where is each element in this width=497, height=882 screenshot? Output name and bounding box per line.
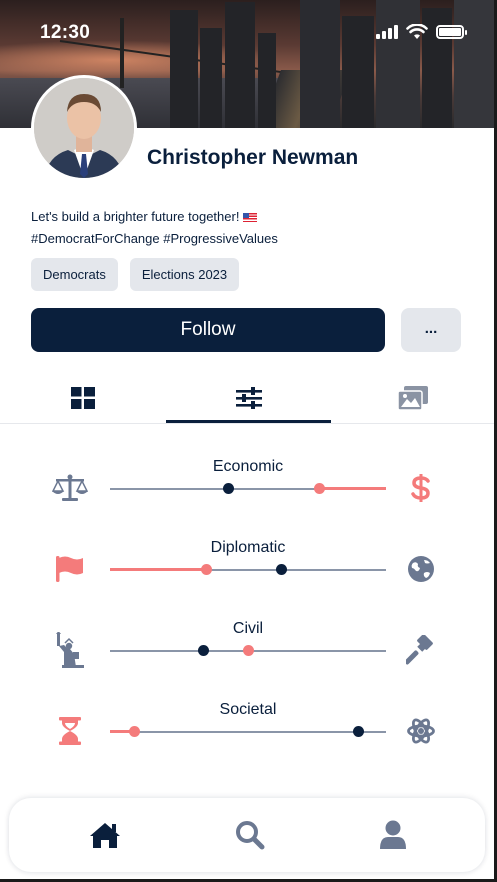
grid-icon: [71, 387, 95, 409]
ideology-track: [110, 731, 386, 733]
profile-bio: Let's build a brighter future together! …: [31, 206, 278, 250]
ideology-navy-marker[interactable]: [275, 564, 287, 575]
nav-profile[interactable]: [375, 818, 411, 852]
bio-line-1: Let's build a brighter future together!: [31, 209, 240, 224]
hourglass-icon: [52, 715, 88, 747]
signal-icon: [376, 25, 398, 39]
gavel-icon: [403, 634, 439, 666]
status-time: 12:30: [40, 22, 91, 43]
ideology-red-marker[interactable]: [129, 726, 141, 737]
ideology-label: Civil: [232, 620, 264, 637]
search-icon: [236, 821, 265, 850]
nav-home[interactable]: [87, 818, 123, 852]
nav-search[interactable]: [232, 818, 268, 852]
flag-icon: [52, 553, 88, 585]
user-icon: [380, 820, 406, 849]
ideology-label: Diplomatic: [210, 539, 286, 556]
more-options-button[interactable]: ...: [401, 308, 461, 352]
bio-hashtags: #DemocratForChange #ProgressiveValues: [31, 231, 278, 246]
bottom-navigation: [9, 798, 485, 872]
tag-list: Democrats Elections 2023: [31, 258, 240, 291]
wifi-icon: [406, 24, 428, 39]
status-icons: [376, 24, 467, 40]
ideology-red-segment: [110, 568, 207, 571]
us-flag-icon: [243, 213, 258, 223]
tab-grid[interactable]: [0, 374, 166, 422]
tag-chip[interactable]: Elections 2023: [129, 258, 240, 291]
avatar[interactable]: [31, 75, 137, 181]
ideology-row-economic: Economic: [0, 458, 494, 518]
ideology-row-diplomatic: Diplomatic: [0, 539, 494, 599]
ideology-row-societal: Societal: [0, 701, 494, 761]
ideology-red-marker[interactable]: [314, 483, 326, 494]
home-icon: [90, 823, 120, 848]
battery-icon: [436, 25, 467, 39]
follow-button[interactable]: Follow: [31, 308, 385, 352]
ideology-navy-marker[interactable]: [198, 645, 210, 656]
liberty-statue-icon: [52, 632, 88, 668]
active-tab-indicator: [166, 420, 331, 423]
tab-ideology[interactable]: [166, 374, 331, 422]
ideology-red-marker[interactable]: [242, 645, 254, 656]
dollar-icon: [403, 472, 439, 504]
tab-photos[interactable]: [331, 374, 494, 422]
ideology-red-segment: [319, 487, 386, 490]
atom-icon: [403, 715, 439, 747]
ideology-navy-marker[interactable]: [223, 483, 235, 494]
globe-icon: [403, 553, 439, 585]
ideology-row-civil: Civil: [0, 620, 494, 680]
ideology-label: Economic: [212, 458, 284, 475]
scales-icon: [52, 472, 88, 504]
ideology-navy-marker[interactable]: [352, 726, 364, 737]
sliders-icon: [235, 387, 262, 409]
ideology-red-marker[interactable]: [201, 564, 213, 575]
ideology-label: Societal: [219, 701, 277, 718]
photos-icon: [397, 386, 428, 410]
tag-chip[interactable]: Democrats: [31, 258, 118, 291]
profile-tabs: [0, 374, 494, 424]
app-screen: 12:30 Christopher Newman Let's build a b…: [0, 0, 497, 882]
profile-name: Christopher Newman: [147, 146, 359, 169]
